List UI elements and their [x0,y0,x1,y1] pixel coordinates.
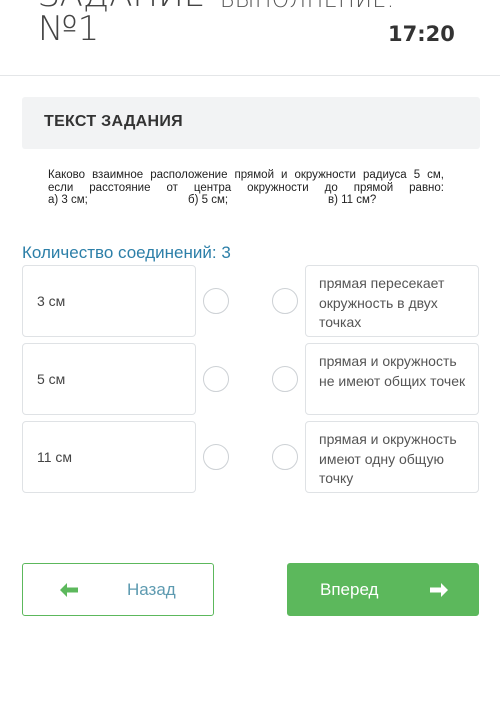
left-item-3[interactable]: 11 см [22,421,196,493]
right-item-label: прямая пересекает окружность в двух точк… [319,275,445,330]
right-item-1[interactable]: прямая пересекает окружность в двух точк… [305,265,479,337]
left-item-1[interactable]: 3 см [22,265,196,337]
time-label: ВЫПОЛНЕНИЕ: [220,0,395,13]
question-option-b: б) 5 см; [188,194,229,206]
right-item-3[interactable]: прямая и окружность имеют одну общую точ… [305,421,479,493]
question-option-c: в) 11 см? [328,194,377,206]
header: ЗАДАНИЕ №1 ВЫПОЛНЕНИЕ: 17:20 [0,0,500,76]
left-item-2[interactable]: 5 см [22,343,196,415]
right-connector-2[interactable] [272,366,298,392]
right-connector-3[interactable] [272,444,298,470]
forward-button[interactable]: Вперед [287,563,479,616]
connections-count: Количество соединений: 3 [22,243,231,262]
arrow-right-icon [430,583,448,597]
left-connector-1[interactable] [203,288,229,314]
right-item-label: прямая и окружность не имеют общих точек [319,353,466,389]
question-line-1: Каково взаимное расположение прямой и ок… [48,169,444,181]
question-text: Каково взаимное расположение прямой и ок… [48,169,444,207]
question-options: а) 3 см; б) 5 см; в) 11 см? [48,194,444,207]
right-item-label: прямая и окружность имеют одну общую точ… [319,431,457,486]
right-connector-1[interactable] [272,288,298,314]
arrow-left-icon [60,583,78,597]
header-divider [0,75,500,76]
question-line-2: если расстояние от центра окружности до … [48,181,444,194]
left-connector-2[interactable] [203,366,229,392]
task-text-title: ТЕКСТ ЗАДАНИЯ [44,113,183,130]
task-text-card: ТЕКСТ ЗАДАНИЯ [22,97,480,149]
left-item-label: 5 см [37,371,66,387]
back-button-label: Назад [127,580,176,599]
task-number: №1 [38,9,100,49]
left-item-label: 3 см [37,293,66,309]
task-title: ЗАДАНИЕ №1 [38,0,205,46]
left-item-label: 11 см [37,449,73,465]
back-button[interactable]: Назад [22,563,214,616]
right-item-2[interactable]: прямая и окружность не имеют общих точек [305,343,479,415]
left-connector-3[interactable] [203,444,229,470]
time-value: 17:20 [388,22,455,46]
question-option-a: а) 3 см; [48,194,88,206]
forward-button-label: Вперед [320,580,379,599]
